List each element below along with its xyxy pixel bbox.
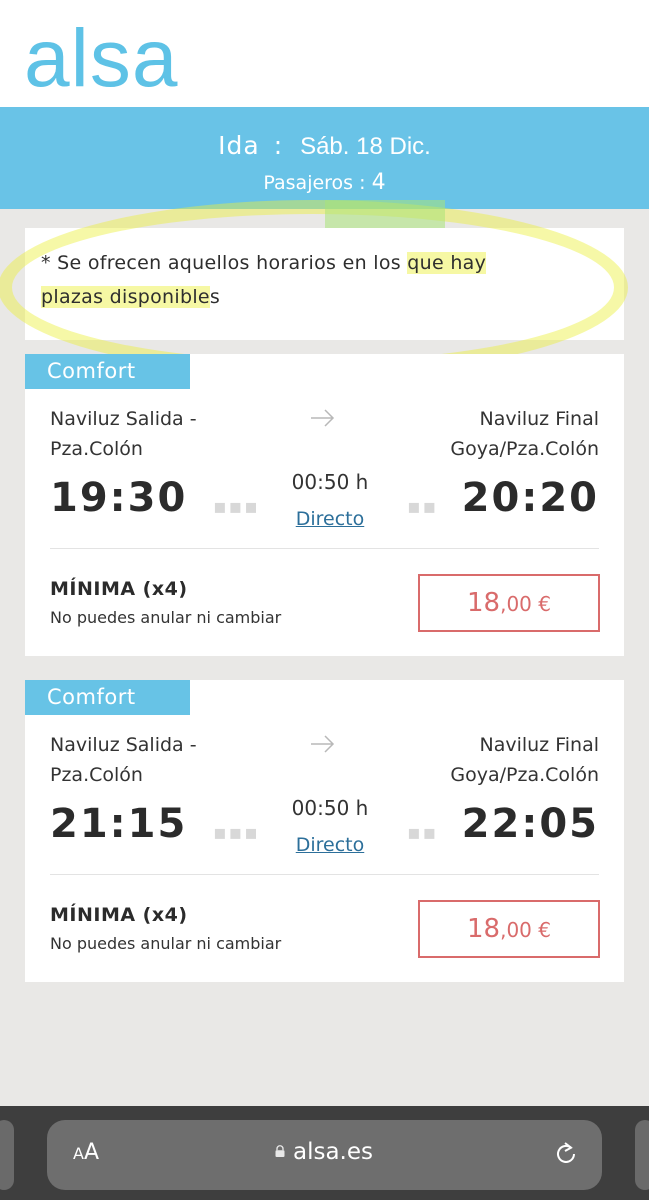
- dotted-line-icon: ▪▪▪: [213, 494, 260, 518]
- notice-text-start: * Se ofrecen aquellos horarios en los: [41, 252, 408, 274]
- arrow-right-icon: [309, 406, 337, 436]
- notice-text-end: s: [209, 286, 221, 308]
- passengers-count: 4: [371, 170, 386, 195]
- notice-highlight-2: plazas disponible: [41, 286, 210, 308]
- origin-stop-line2: Pza.Colón: [50, 764, 143, 786]
- price-integer: 18: [467, 588, 501, 618]
- lock-icon: [275, 1145, 285, 1157]
- trip-duration: 00:50 h: [291, 796, 369, 820]
- service-class-badge: Comfort: [25, 354, 190, 389]
- trip-direction-date: Ida : Sáb. 18 Dic.: [0, 131, 649, 162]
- direction-separator: :: [273, 131, 283, 160]
- dotted-line-icon: ▪▪▪: [213, 820, 260, 844]
- fare-name: MÍNIMA (x4): [50, 904, 188, 926]
- card-divider: [50, 548, 599, 549]
- notice-highlight-1: que hay: [407, 252, 487, 274]
- trip-date: Sáb. 18 Dic.: [300, 133, 431, 160]
- fare-conditions: No puedes anular ni cambiar: [50, 608, 282, 627]
- origin-stop-line1: Naviluz Salida -: [50, 408, 197, 430]
- dotted-line-icon: ▪▪: [407, 820, 439, 844]
- destination-stop-line2: Goya/Pza.Colón: [450, 764, 599, 786]
- price-decimal: ,00 €: [500, 918, 551, 942]
- trip-duration: 00:50 h: [291, 470, 369, 494]
- price-integer: 18: [467, 914, 501, 944]
- arrow-right-icon: [309, 732, 337, 762]
- destination-stop-line1: Naviluz Final: [479, 408, 599, 430]
- text-size-button[interactable]: AA: [73, 1140, 99, 1165]
- alsa-logo[interactable]: alsa: [24, 18, 178, 100]
- origin-stop-line1: Naviluz Salida -: [50, 734, 197, 756]
- availability-notice: * Se ofrecen aquellos horarios en los qu…: [25, 228, 624, 340]
- price-button[interactable]: 18,00 €: [418, 574, 600, 632]
- journey-card[interactable]: Comfort Naviluz Salida - Pza.Colón Navil…: [25, 354, 624, 656]
- departure-time: 21:15: [50, 801, 188, 847]
- previous-tab-preview[interactable]: [0, 1120, 14, 1190]
- passengers-label: Pasajeros: [263, 172, 354, 194]
- arrival-time: 20:20: [461, 475, 599, 521]
- origin-stop-line2: Pza.Colón: [50, 438, 143, 460]
- passengers-separator: :: [359, 172, 366, 194]
- destination-stop-line1: Naviluz Final: [479, 734, 599, 756]
- departure-time: 19:30: [50, 475, 188, 521]
- direction-label: Ida: [218, 131, 260, 160]
- direct-link[interactable]: Directo: [275, 508, 385, 530]
- passengers-info: Pasajeros : 4: [0, 169, 649, 197]
- dotted-line-icon: ▪▪: [407, 494, 439, 518]
- trip-summary-header: Ida : Sáb. 18 Dic. Pasajeros : 4: [0, 107, 649, 209]
- top-bar: alsa: [0, 0, 649, 107]
- notice-text: * Se ofrecen aquellos horarios en los qu…: [41, 246, 601, 314]
- destination-stop: Naviluz Final Goya/Pza.Colón: [450, 730, 599, 790]
- origin-stop: Naviluz Salida - Pza.Colón: [50, 730, 197, 790]
- destination-stop-line2: Goya/Pza.Colón: [450, 438, 599, 460]
- arrival-time: 22:05: [461, 801, 599, 847]
- origin-stop: Naviluz Salida - Pza.Colón: [50, 404, 197, 464]
- fare-conditions: No puedes anular ni cambiar: [50, 934, 282, 953]
- journey-card[interactable]: Comfort Naviluz Salida - Pza.Colón Navil…: [25, 680, 624, 982]
- reload-icon[interactable]: [552, 1140, 580, 1168]
- price-decimal: ,00 €: [500, 592, 551, 616]
- fare-name: MÍNIMA (x4): [50, 578, 188, 600]
- browser-toolbar: AA alsa.es: [0, 1106, 649, 1200]
- direct-link[interactable]: Directo: [275, 834, 385, 856]
- destination-stop: Naviluz Final Goya/Pza.Colón: [450, 404, 599, 464]
- next-tab-preview[interactable]: [635, 1120, 649, 1190]
- card-divider: [50, 874, 599, 875]
- price-button[interactable]: 18,00 €: [418, 900, 600, 958]
- url-text[interactable]: alsa.es: [293, 1139, 373, 1165]
- service-class-badge: Comfort: [25, 680, 190, 715]
- address-bar[interactable]: AA alsa.es: [47, 1120, 602, 1190]
